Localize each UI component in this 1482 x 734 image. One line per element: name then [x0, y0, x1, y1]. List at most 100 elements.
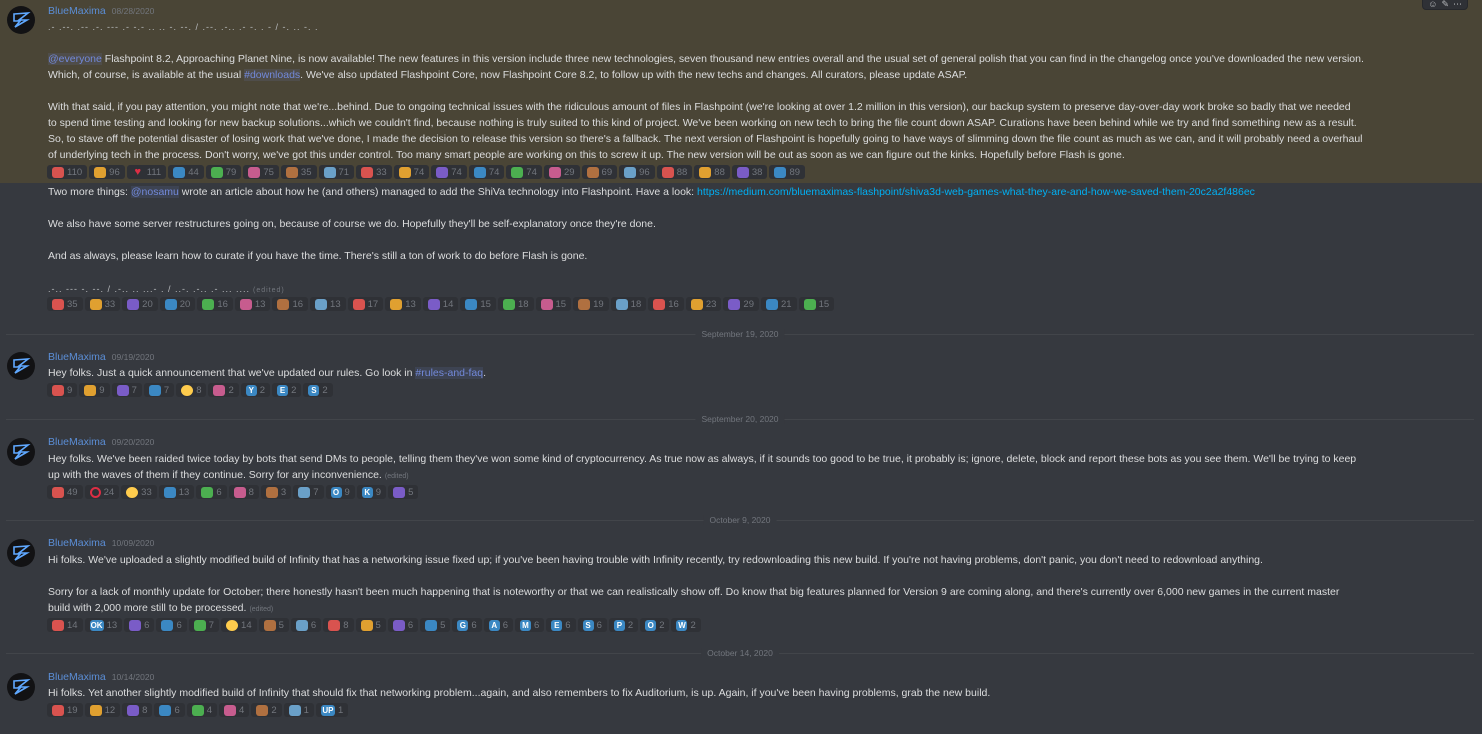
author-name[interactable]: BlueMaxima	[48, 5, 106, 17]
reaction-chip[interactable]: 96	[89, 165, 125, 179]
reaction-chip[interactable]: 88	[656, 165, 693, 179]
reaction-chip[interactable]: 6	[156, 618, 187, 632]
reaction-chip[interactable]: 5	[388, 485, 419, 499]
reaction-chip[interactable]: 8	[122, 703, 153, 717]
author-name[interactable]: BlueMaxima	[48, 351, 106, 363]
reaction-chip[interactable]: 7	[143, 383, 175, 397]
reaction-chip[interactable]: 96	[619, 165, 655, 179]
reaction-chip[interactable]: 6	[196, 485, 227, 499]
reaction-chip[interactable]: 4	[186, 703, 218, 717]
reaction-chip[interactable]: 74	[431, 165, 467, 179]
reaction-chip[interactable]: 33	[84, 297, 121, 311]
author-name[interactable]: BlueMaxima	[48, 537, 106, 549]
reaction-chip[interactable]: 13	[385, 297, 421, 311]
reaction-chip[interactable]: P2	[608, 618, 639, 632]
article-link[interactable]: https://medium.com/bluemaximas-flashpoin…	[697, 186, 1255, 198]
reaction-chip[interactable]: 74	[506, 165, 542, 179]
reaction-chip[interactable]: 49	[47, 485, 83, 499]
avatar[interactable]	[7, 438, 35, 466]
reaction-chip[interactable]: 9	[47, 383, 78, 397]
author-name[interactable]: BlueMaxima	[48, 436, 106, 448]
reaction-chip[interactable]: 16	[272, 297, 309, 311]
reaction-chip[interactable]: 35	[280, 165, 317, 179]
reaction-chip[interactable]: 19	[573, 297, 609, 311]
reaction-chip[interactable]: 69	[581, 165, 618, 179]
channel-link-rules[interactable]: #rules-and-faq	[415, 367, 484, 379]
reaction-chip[interactable]: 1	[283, 703, 314, 717]
reaction-chip[interactable]: 74	[468, 165, 505, 179]
reaction-chip[interactable]: 2	[251, 703, 282, 717]
reaction-chip[interactable]: 20	[122, 297, 158, 311]
reaction-chip[interactable]: 9	[79, 383, 110, 397]
reaction-chip[interactable]: 7	[111, 383, 142, 397]
reaction-chip[interactable]: 2	[208, 383, 239, 397]
reaction-chip[interactable]: 110	[47, 165, 88, 179]
reaction-chip[interactable]: 3	[260, 485, 292, 499]
more-icon[interactable]: ⋯	[1453, 0, 1462, 9]
add-reaction-icon[interactable]: ☺	[1428, 0, 1437, 9]
reaction-chip[interactable]: 15	[535, 297, 572, 311]
everyone-mention[interactable]: @everyone	[48, 53, 102, 65]
reaction-chip[interactable]: 6	[387, 618, 419, 632]
reaction-chip[interactable]: 19	[47, 703, 83, 717]
reaction-chip[interactable]: 23	[685, 297, 722, 311]
avatar[interactable]	[7, 6, 35, 34]
reaction-chip[interactable]: S6	[577, 618, 607, 632]
reaction-chip[interactable]: 24	[84, 485, 120, 499]
reaction-chip[interactable]: 6	[124, 618, 155, 632]
reaction-chip[interactable]: 13	[158, 485, 195, 499]
edit-icon[interactable]: ✎	[1441, 0, 1449, 9]
avatar[interactable]	[7, 539, 35, 567]
reaction-chip[interactable]: 29	[543, 165, 580, 179]
reaction-chip[interactable]: 14	[221, 618, 257, 632]
reaction-chip[interactable]: 15	[798, 297, 835, 311]
reaction-chip[interactable]: 16	[197, 297, 233, 311]
reaction-chip[interactable]: 8	[176, 383, 207, 397]
reaction-chip[interactable]: 79	[205, 165, 242, 179]
reaction-chip[interactable]: 12	[84, 703, 121, 717]
reaction-chip[interactable]: OK 13	[84, 618, 123, 632]
reaction-chip[interactable]: 8	[323, 618, 354, 632]
reaction-chip[interactable]: M6	[515, 618, 545, 632]
reaction-chip[interactable]: W2	[671, 618, 701, 632]
avatar[interactable]	[7, 352, 35, 380]
reaction-chip[interactable]: 33	[121, 485, 157, 499]
reaction-chip[interactable]: 5	[420, 618, 451, 632]
reaction-chip[interactable]: 4	[219, 703, 250, 717]
reaction-chip[interactable]: A6	[483, 618, 513, 632]
user-mention-nosamu[interactable]: @nosamu	[130, 186, 179, 198]
reaction-chip[interactable]: 71	[318, 165, 355, 179]
reaction-chip[interactable]: O9	[325, 485, 355, 499]
reaction-chip[interactable]: 15	[460, 297, 496, 311]
reaction-chip[interactable]: 7	[293, 485, 324, 499]
avatar[interactable]	[7, 673, 35, 701]
reaction-chip[interactable]: 21	[760, 297, 797, 311]
reaction-chip[interactable]: 14	[47, 618, 83, 632]
reaction-chip[interactable]: 74	[393, 165, 430, 179]
reaction-chip[interactable]: 88	[694, 165, 730, 179]
reaction-chip[interactable]: 13	[310, 297, 346, 311]
reaction-chip[interactable]: 5	[355, 618, 386, 632]
reaction-chip[interactable]: 6	[290, 618, 322, 632]
reaction-chip[interactable]: 5	[258, 618, 289, 632]
reaction-chip[interactable]: 18	[497, 297, 534, 311]
reaction-chip[interactable]: 38	[731, 165, 768, 179]
reaction-chip[interactable]: ♥ 111	[126, 165, 167, 179]
reaction-chip[interactable]: S2	[303, 383, 333, 397]
reaction-chip[interactable]: 89	[769, 165, 806, 179]
reaction-chip[interactable]: O2	[640, 618, 670, 632]
reaction-chip[interactable]: 29	[723, 297, 759, 311]
reaction-chip[interactable]: 13	[234, 297, 271, 311]
channel-link-downloads[interactable]: #downloads	[244, 69, 301, 81]
reaction-chip[interactable]: 16	[648, 297, 684, 311]
reaction-chip[interactable]: 7	[188, 618, 220, 632]
reaction-chip[interactable]: UP 1	[315, 703, 349, 717]
reaction-chip[interactable]: 8	[228, 485, 259, 499]
reaction-chip[interactable]: 33	[356, 165, 392, 179]
reaction-chip[interactable]: 75	[243, 165, 279, 179]
reaction-chip[interactable]: 35	[47, 297, 83, 311]
reaction-chip[interactable]: Y2	[240, 383, 271, 397]
reaction-chip[interactable]: 44	[168, 165, 204, 179]
author-name[interactable]: BlueMaxima	[48, 671, 106, 683]
reaction-chip[interactable]: G6	[452, 618, 482, 632]
